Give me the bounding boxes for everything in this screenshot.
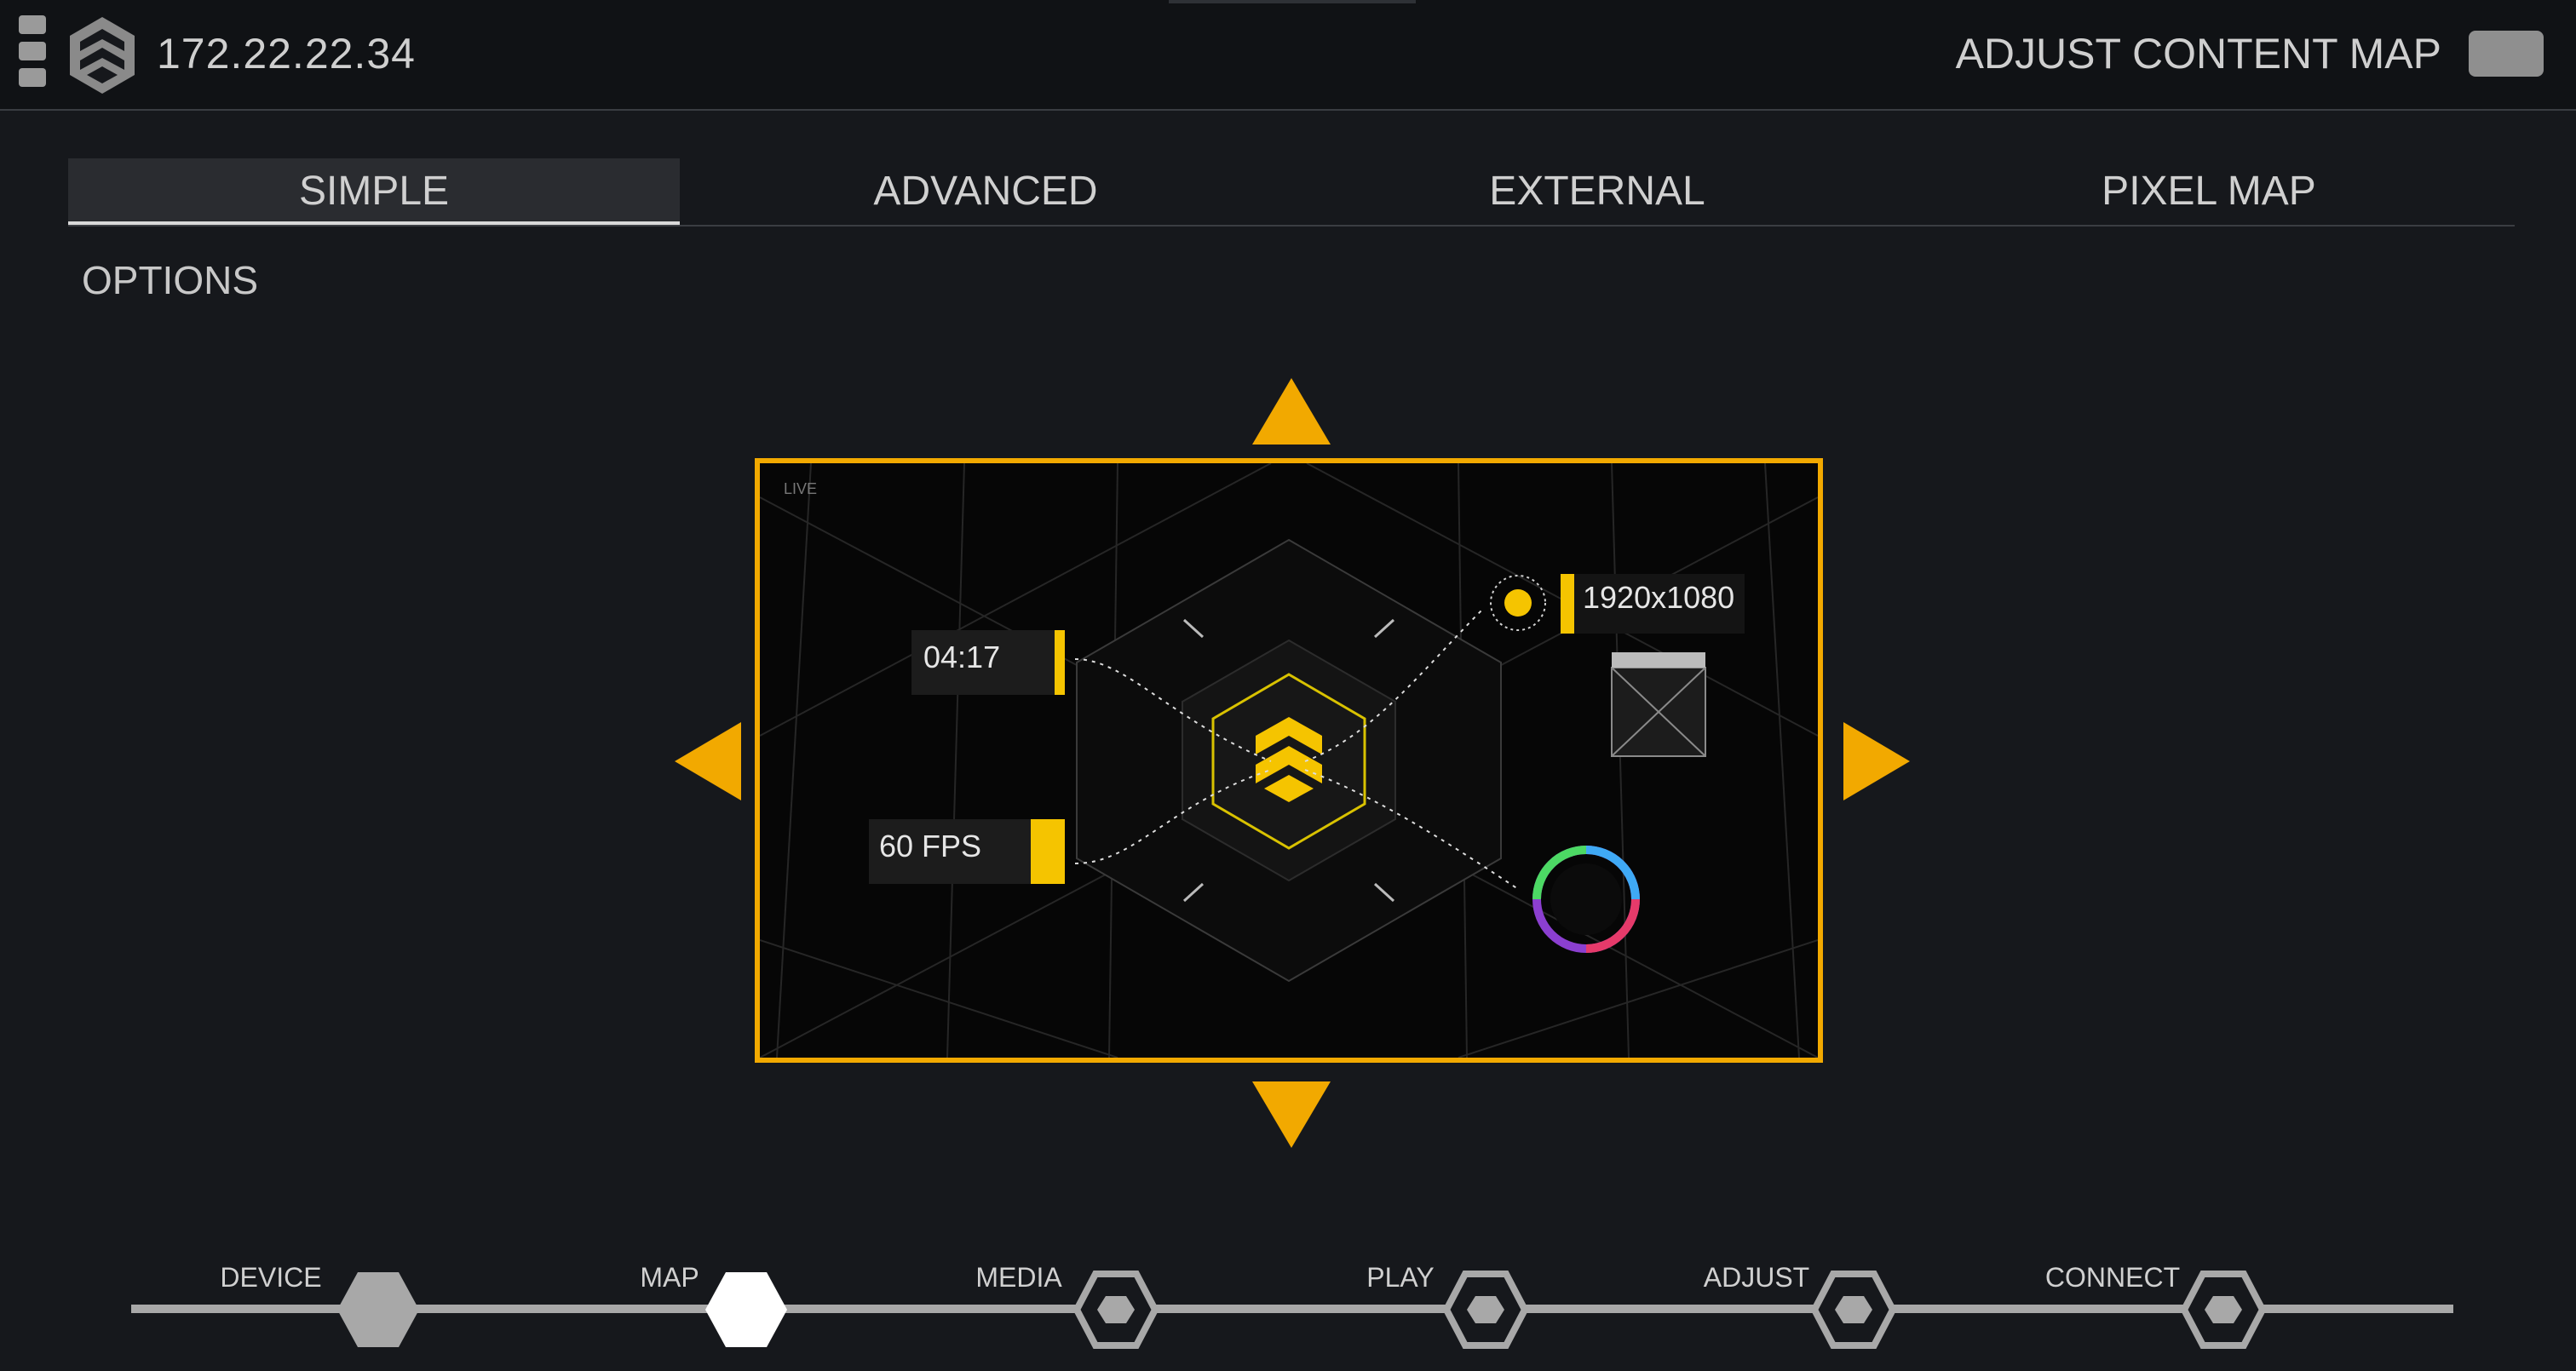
top-notch <box>1169 0 1416 3</box>
content-map-preview[interactable]: LIVE 04:17 60 FPS 1920x1080 <box>755 458 1823 1063</box>
move-right-right-arrow-icon[interactable] <box>1843 722 1910 800</box>
preview-time-text: 04:17 <box>923 640 1000 674</box>
step-connect-label: CONNECT <box>2044 1262 2181 1293</box>
step-map-label: MAP <box>640 1262 699 1293</box>
adjust-content-map-toggle[interactable] <box>2469 31 2544 77</box>
step-play-node[interactable] <box>1443 1271 1528 1349</box>
move-top-up-arrow-icon[interactable] <box>1252 378 1331 445</box>
tab-simple[interactable]: SIMPLE <box>68 158 680 225</box>
device-ip-address: 172.22.22.34 <box>157 30 416 77</box>
preview-graphic: LIVE 04:17 60 FPS 1920x1080 <box>760 463 1818 1058</box>
options-heading: OPTIONS <box>82 258 259 302</box>
workflow-steps: DEVICE MAP MEDIA PLAY ADJUST CONNECT <box>0 1243 2576 1371</box>
step-play-label: PLAY <box>1366 1262 1435 1293</box>
step-adjust-label: ADJUST <box>1703 1262 1810 1293</box>
brand-logo-icon <box>70 17 135 94</box>
step-adjust-node[interactable] <box>1811 1271 1896 1349</box>
step-map-node[interactable] <box>704 1271 789 1349</box>
tab-pixel-map[interactable]: PIXEL MAP <box>1903 158 2515 225</box>
preview-fps-text: 60 FPS <box>879 829 981 863</box>
step-media-label: MEDIA <box>975 1262 1062 1293</box>
step-device-node[interactable] <box>336 1271 421 1349</box>
move-left-left-arrow-icon[interactable] <box>675 722 741 800</box>
preview-corner-label: LIVE <box>784 480 817 497</box>
top-bar: 172.22.22.34 ADJUST CONTENT MAP <box>0 0 2576 111</box>
step-device-label: DEVICE <box>220 1262 322 1293</box>
move-bottom-down-arrow-icon[interactable] <box>1252 1081 1331 1148</box>
step-connect-node[interactable] <box>2181 1271 2266 1349</box>
tab-advanced[interactable]: ADVANCED <box>680 158 1291 225</box>
tab-external[interactable]: EXTERNAL <box>1291 158 1903 225</box>
step-media-node[interactable] <box>1073 1271 1159 1349</box>
adjust-content-map-label: ADJUST CONTENT MAP <box>1955 30 2441 77</box>
menu-icon[interactable] <box>19 15 53 97</box>
preview-resolution-text: 1920x1080 <box>1583 580 1734 615</box>
map-mode-tabs: SIMPLE ADVANCED EXTERNAL PIXEL MAP <box>68 158 2515 227</box>
steps-track <box>131 1305 2453 1313</box>
